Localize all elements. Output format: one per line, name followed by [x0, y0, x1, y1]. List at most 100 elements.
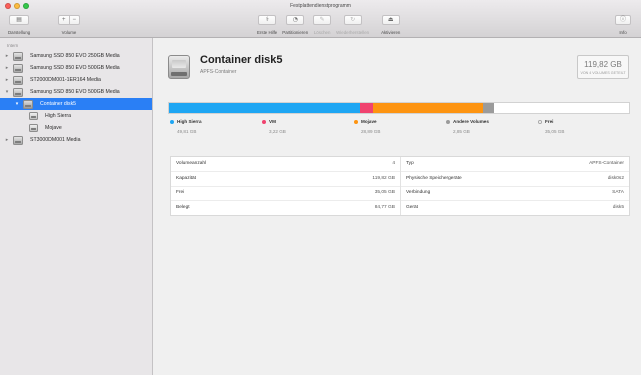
info-label: Gerät [406, 205, 418, 211]
sidebar-disk-item[interactable]: ▸ Samsung SSD 850 EVO 250GB Media [0, 50, 152, 62]
volume-icon [29, 124, 38, 132]
pie-chart-icon: ◔ [292, 16, 298, 23]
eraser-icon: ✎ [319, 16, 325, 23]
legend-item: Frei 35,05 GB [536, 119, 628, 137]
detail-subtitle: APFS-Container [200, 69, 237, 75]
detail-title: Container disk5 [200, 54, 283, 66]
legend-item: Andere Volumes 2,85 GB [444, 119, 536, 137]
toolbar-action: ✎ Löschen [313, 15, 332, 35]
info-row: Verbindung SATA [401, 185, 629, 201]
sidebar-item-label: Container disk5 [40, 101, 77, 107]
legend-label: High Sierra [177, 119, 202, 124]
sidebar-volume-item[interactable]: High Sierra [0, 110, 152, 122]
legend-item: Mojave 28,89 GB [352, 119, 444, 137]
disclosure-expanded-icon[interactable]: ▾ [13, 101, 21, 107]
sidebar-volume-item[interactable]: Mojave [0, 122, 152, 134]
add-volume-button[interactable]: + [59, 16, 69, 24]
sidebar-container-item[interactable]: ▾ Container disk5 [0, 98, 152, 110]
legend-swatch [170, 120, 174, 124]
usage-legend: High Sierra 49,81 GB VM 3,22 GB Mojave 28,89 … [168, 119, 630, 137]
info-value: disk5 [612, 205, 624, 211]
mount-button[interactable]: ⏏ [381, 15, 400, 25]
volume-segmented-control: + − [58, 15, 80, 25]
info-value: 84,77 GB [374, 205, 395, 211]
info-column-left: Volumeanzahl 4 Kapazität 119,82 GB Frei 35,… [171, 157, 400, 215]
volume-icon [29, 112, 38, 120]
sidebar-item-label: Samsung SSD 850 EVO 250GB Media [30, 53, 120, 59]
legend-value: 35,05 GB [545, 129, 565, 134]
internal-disk-icon [13, 75, 23, 85]
capacity-value: 119,82 GB [584, 60, 622, 69]
legend-value: 2,85 GB [453, 129, 470, 134]
toolbar-action: ⏏ Aktivieren [381, 15, 400, 35]
internal-disk-icon [13, 63, 23, 73]
sidebar-item-label: Mojave [45, 125, 62, 131]
disclosure-collapsed-icon[interactable]: ▸ [3, 53, 11, 59]
sidebar-section-header: Intern [7, 43, 19, 48]
info-control: ⓘ Info [615, 15, 631, 35]
info-row: Volumeanzahl 4 [171, 157, 400, 171]
volume-control: + − Volume [58, 15, 80, 35]
sidebar: Intern ▸ Samsung SSD 850 EVO 250GB Media ▸… [0, 38, 153, 375]
legend-value: 3,22 GB [269, 129, 286, 134]
legend-item: VM 3,22 GB [260, 119, 352, 137]
internal-disk-icon [13, 135, 23, 145]
view-label: Darstellung [8, 30, 31, 35]
legend-label: Mojave [361, 119, 377, 124]
info-value: 119,82 GB [372, 175, 395, 181]
sidebar-disk-item[interactable]: ▸ ST3000DM001 Media [0, 134, 152, 146]
restore-button[interactable]: ↻ [343, 15, 362, 25]
sidebar-item-label: Samsung SSD 850 EVO 500GB Media [30, 65, 120, 71]
usage-bar-segment [360, 103, 373, 113]
disclosure-collapsed-icon[interactable]: ▸ [3, 77, 11, 83]
toolbar: Festplattendienstprogramm ▤ Darstellung … [0, 0, 641, 38]
sidebar-disk-item[interactable]: ▾ Samsung SSD 850 EVO 500GB Media [0, 86, 152, 98]
first-aid-button[interactable]: ⚕ [258, 15, 277, 25]
capacity-box: 119,82 GB VON 4 VOLUMES GETEILT [577, 55, 629, 79]
sidebar-disk-item[interactable]: ▸ ST2000DM001-1ER164 Media [0, 74, 152, 86]
internal-disk-icon [13, 51, 23, 61]
info-value: SATA [612, 190, 624, 196]
info-row: Gerät disk5 [401, 200, 629, 215]
container-disk-icon [168, 55, 190, 79]
info-label: Kapazität [176, 175, 197, 181]
info-button[interactable]: ⓘ [615, 15, 631, 25]
legend-label: VM [269, 119, 276, 124]
legend-swatch [354, 120, 358, 124]
info-row: Physische Speichergeräte disk0s2 [401, 170, 629, 186]
toolbar-action-label: Erste Hilfe [257, 30, 278, 35]
sidebar-item-label: ST2000DM001-1ER164 Media [30, 77, 101, 83]
info-table: Volumeanzahl 4 Kapazität 119,82 GB Frei 35,… [170, 156, 630, 216]
info-row: Belegt 84,77 GB [171, 200, 400, 215]
legend-label: Frei [545, 119, 554, 124]
internal-disk-icon [13, 87, 23, 97]
partition-button[interactable]: ◔ [286, 15, 305, 25]
info-label: Typ [406, 160, 414, 166]
view-control: ▤ Darstellung [8, 15, 30, 35]
window-title: Festplattendienstprogramm [290, 3, 351, 9]
remove-volume-button[interactable]: − [68, 16, 80, 24]
info-label: Info [619, 30, 627, 35]
toolbar-action-label: Partitionieren [282, 30, 309, 35]
legend-swatch [262, 120, 266, 124]
toolbar-action: ↻ Wiederherstellen [336, 15, 369, 35]
info-value: 4 [392, 160, 395, 166]
erase-button[interactable]: ✎ [313, 15, 332, 25]
disclosure-expanded-icon[interactable]: ▾ [3, 89, 11, 95]
eject-icon: ⏏ [387, 16, 394, 23]
toolbar-action: ⚕ Erste Hilfe [257, 15, 277, 35]
restore-icon: ↻ [350, 16, 356, 23]
sidebar-item-label: Samsung SSD 850 EVO 500GB Media [30, 89, 120, 95]
legend-swatch [446, 120, 450, 124]
sidebar-disk-item[interactable]: ▸ Samsung SSD 850 EVO 500GB Media [0, 62, 152, 74]
stethoscope-icon: ⚕ [265, 16, 269, 23]
usage-bar-segment [372, 103, 484, 113]
toolbar-action-label: Aktivieren [381, 30, 401, 35]
disclosure-collapsed-icon[interactable]: ▸ [3, 65, 11, 71]
info-label: Belegt [176, 205, 190, 211]
info-value: disk0s2 [607, 175, 624, 181]
sidebar-item-label: High Sierra [45, 113, 71, 119]
view-button[interactable]: ▤ [9, 15, 30, 25]
info-row: Frei 35,05 GB [171, 185, 400, 201]
disclosure-collapsed-icon[interactable]: ▸ [3, 137, 11, 143]
